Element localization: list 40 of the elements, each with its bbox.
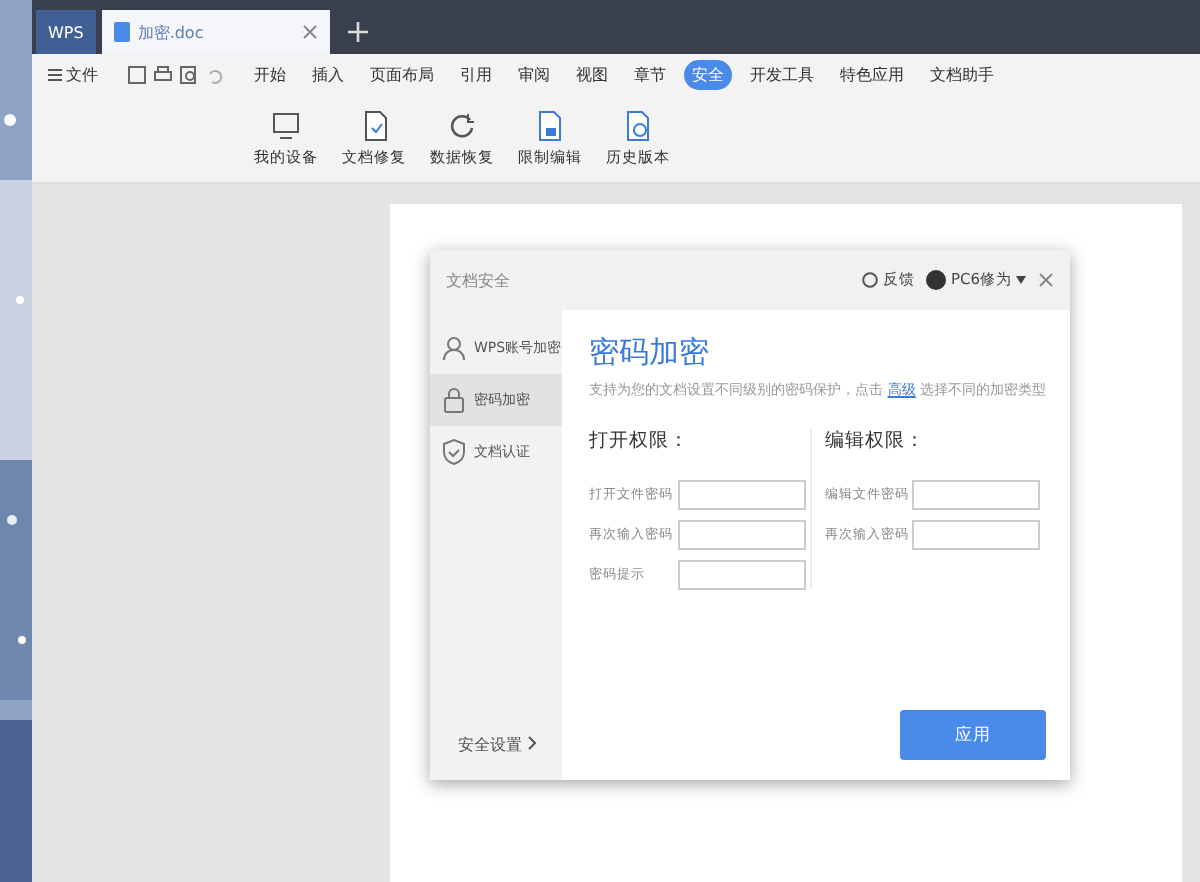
undo-icon[interactable] — [206, 65, 224, 83]
password-field[interactable] — [677, 560, 806, 590]
menu-tab[interactable]: 章节 — [626, 59, 674, 89]
close-icon[interactable] — [301, 24, 318, 40]
file-menu[interactable]: 文件 — [40, 59, 106, 89]
print-icon[interactable] — [154, 65, 172, 83]
menu-tab[interactable]: 特色应用 — [832, 59, 912, 89]
dialog-title: 文档安全 — [446, 269, 510, 291]
menu-tab[interactable]: 文档助手 — [922, 59, 1002, 89]
menu-tab[interactable]: 开始 — [246, 59, 294, 89]
save-icon[interactable] — [128, 65, 146, 83]
menu-tab[interactable]: 审阅 — [510, 59, 558, 89]
section-heading: 密码加密 — [589, 334, 712, 372]
menu-tab[interactable]: 插入 — [304, 59, 352, 89]
preview-icon[interactable] — [180, 65, 198, 83]
menu-tab[interactable]: 页面布局 — [362, 59, 442, 89]
menu-tab[interactable]: 引用 — [452, 59, 500, 89]
settings-link[interactable]: 安全设置 — [430, 734, 562, 780]
add-tab-icon[interactable] — [347, 22, 368, 42]
home-tab[interactable]: WPS — [36, 10, 96, 54]
avatar-icon — [926, 270, 947, 290]
password-field[interactable] — [677, 520, 806, 550]
menu-icon — [48, 67, 62, 81]
device-icon — [268, 108, 304, 144]
menu-tab[interactable]: 开发工具 — [742, 59, 822, 89]
section-title: 打开权限： — [589, 428, 692, 454]
lock-icon — [440, 386, 468, 414]
chevron-icon — [527, 736, 536, 750]
document-tab[interactable]: 加密.doc — [101, 10, 330, 54]
section-title: 编辑权限： — [824, 428, 927, 454]
password-field[interactable] — [912, 480, 1041, 510]
password-field[interactable] — [912, 520, 1041, 550]
password-field[interactable] — [677, 480, 806, 510]
person-icon — [440, 334, 468, 362]
document-icon — [113, 22, 130, 42]
caret-icon — [1016, 276, 1026, 284]
close-icon[interactable] — [1038, 272, 1054, 288]
shield-icon — [440, 438, 468, 466]
menu-tab[interactable]: 视图 — [568, 59, 616, 89]
feedback-icon — [862, 272, 879, 288]
